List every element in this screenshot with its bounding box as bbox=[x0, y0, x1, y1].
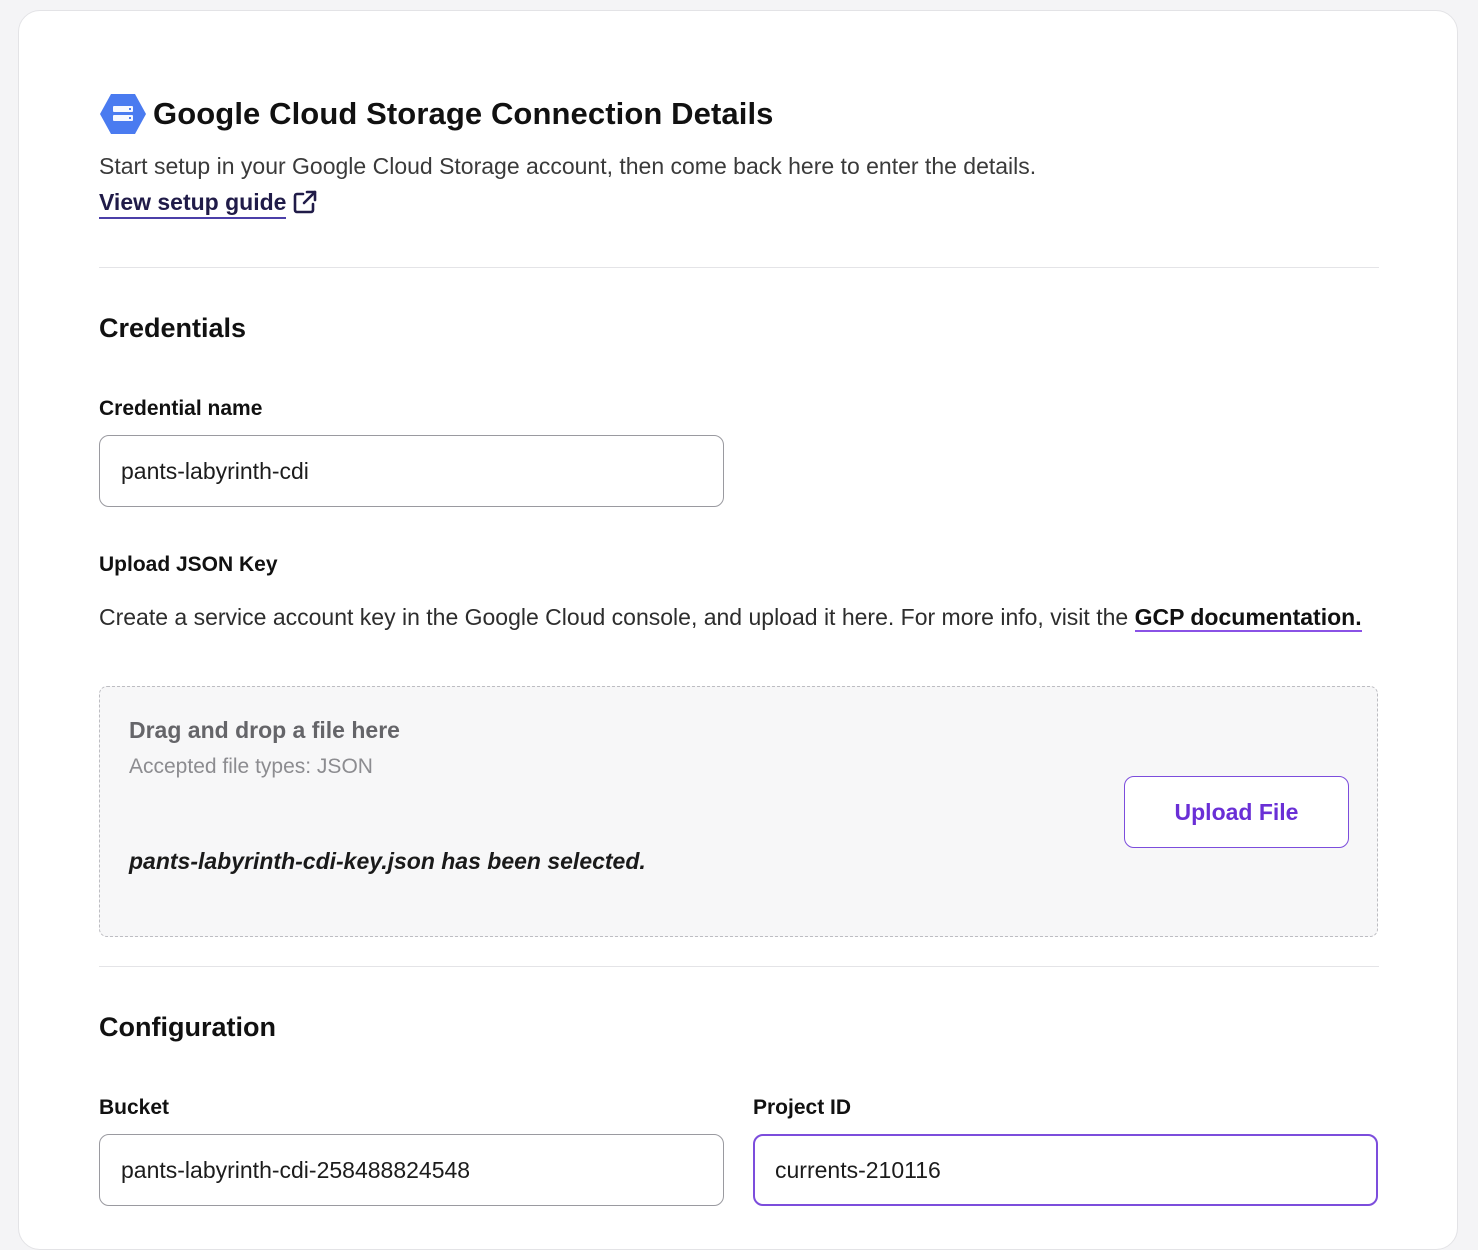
view-setup-guide-link[interactable]: View setup guide bbox=[99, 189, 287, 219]
connection-details-card: Google Cloud Storage Connection Details … bbox=[18, 10, 1458, 1250]
project-id-input[interactable] bbox=[753, 1134, 1378, 1206]
upload-description-text: Create a service account key in the Goog… bbox=[99, 604, 1135, 630]
setup-guide-row: View setup guide bbox=[99, 189, 318, 219]
intro-text: Start setup in your Google Cloud Storage… bbox=[99, 153, 1037, 179]
bucket-input[interactable] bbox=[99, 1134, 724, 1206]
accepted-file-types: Accepted file types: JSON bbox=[129, 755, 373, 778]
selected-file-message: pants-labyrinth-cdi-key.json has been se… bbox=[129, 848, 646, 874]
file-dropzone[interactable]: Drag and drop a file here Accepted file … bbox=[99, 686, 1378, 937]
configuration-heading: Configuration bbox=[99, 1012, 276, 1042]
upload-description: Create a service account key in the Goog… bbox=[99, 601, 1379, 634]
credential-name-label: Credential name bbox=[99, 397, 263, 420]
external-link-icon[interactable] bbox=[292, 189, 318, 215]
credentials-heading: Credentials bbox=[99, 313, 247, 343]
dropzone-title: Drag and drop a file here bbox=[129, 717, 400, 743]
bucket-label: Bucket bbox=[99, 1096, 170, 1119]
google-cloud-storage-icon bbox=[100, 94, 146, 134]
project-id-label: Project ID bbox=[753, 1096, 852, 1119]
upload-json-key-label: Upload JSON Key bbox=[99, 553, 278, 576]
title-row: Google Cloud Storage Connection Details bbox=[99, 93, 774, 135]
section-divider bbox=[99, 966, 1379, 967]
upload-file-button[interactable]: Upload File bbox=[1124, 776, 1349, 848]
gcp-documentation-link[interactable]: GCP documentation. bbox=[1134, 604, 1362, 632]
page-title: Google Cloud Storage Connection Details bbox=[153, 96, 774, 131]
section-divider bbox=[99, 267, 1379, 268]
credential-name-input[interactable] bbox=[99, 435, 724, 507]
